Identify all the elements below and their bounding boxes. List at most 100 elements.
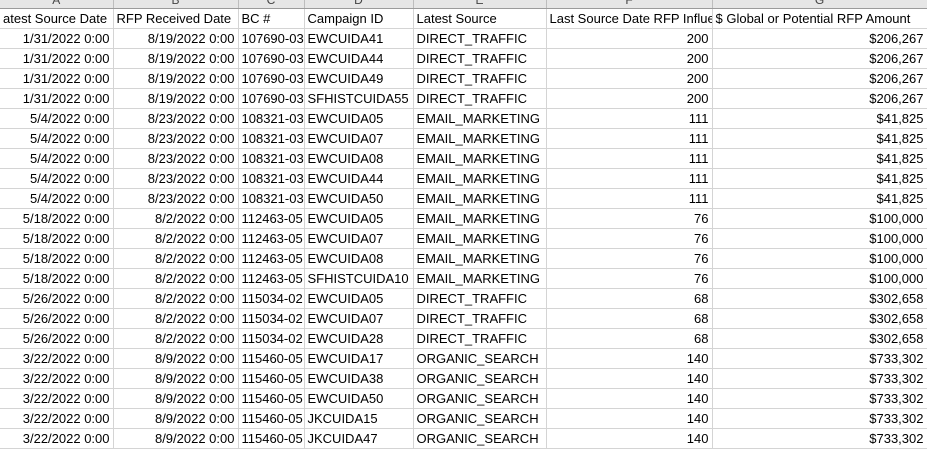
latest-source-date-cell[interactable]: 1/31/2022 0:00 xyxy=(0,48,114,69)
latest-source-cell[interactable]: EMAIL_MARKETING xyxy=(413,148,547,169)
campaign-id-cell[interactable]: SFHISTCUIDA55 xyxy=(304,88,414,109)
bc-number-cell[interactable]: 107690-03 xyxy=(238,28,305,49)
campaign-id-cell[interactable]: EWCUIDA08 xyxy=(304,248,414,269)
influence-days-cell[interactable]: 76 xyxy=(546,268,713,289)
influence-days-cell[interactable]: 140 xyxy=(546,348,713,369)
latest-source-cell[interactable]: DIRECT_TRAFFIC xyxy=(413,328,547,349)
rfp-amount-cell[interactable]: $100,000 xyxy=(712,268,927,289)
latest-source-cell[interactable]: DIRECT_TRAFFIC xyxy=(413,48,547,69)
campaign-id-cell[interactable]: EWCUIDA44 xyxy=(304,168,414,189)
campaign-id-cell[interactable]: EWCUIDA05 xyxy=(304,108,414,129)
latest-source-date-cell[interactable]: 5/26/2022 0:00 xyxy=(0,288,114,309)
latest-source-date-cell[interactable]: 1/31/2022 0:00 xyxy=(0,88,114,109)
rfp-amount-cell[interactable]: $733,302 xyxy=(712,368,927,389)
latest-source-date-cell[interactable]: 1/31/2022 0:00 xyxy=(0,28,114,49)
latest-source-cell[interactable]: EMAIL_MARKETING xyxy=(413,208,547,229)
campaign-id-cell[interactable]: EWCUIDA07 xyxy=(304,308,414,329)
latest-source-date-cell[interactable]: 3/22/2022 0:00 xyxy=(0,388,114,409)
rfp-received-date-cell[interactable]: 8/19/2022 0:00 xyxy=(113,48,239,69)
bc-number-cell[interactable]: 115460-05 xyxy=(238,368,305,389)
bc-number-cell[interactable]: 115460-05 xyxy=(238,348,305,369)
rfp-amount-cell[interactable]: $206,267 xyxy=(712,68,927,89)
column-letter-c[interactable]: C xyxy=(238,0,305,9)
rfp-amount-cell[interactable]: $733,302 xyxy=(712,388,927,409)
influence-days-cell[interactable]: 200 xyxy=(546,48,713,69)
header-campaign-id[interactable]: Campaign ID xyxy=(304,8,414,29)
bc-number-cell[interactable]: 107690-03 xyxy=(238,68,305,89)
campaign-id-cell[interactable]: EWCUIDA05 xyxy=(304,208,414,229)
header-rfp-amount[interactable]: $ Global or Potential RFP Amount xyxy=(712,8,927,29)
rfp-amount-cell[interactable]: $206,267 xyxy=(712,88,927,109)
latest-source-cell[interactable]: EMAIL_MARKETING xyxy=(413,128,547,149)
latest-source-cell[interactable]: EMAIL_MARKETING xyxy=(413,108,547,129)
latest-source-date-cell[interactable]: 5/4/2022 0:00 xyxy=(0,108,114,129)
campaign-id-cell[interactable]: EWCUIDA08 xyxy=(304,148,414,169)
bc-number-cell[interactable]: 112463-05 xyxy=(238,228,305,249)
header-latest-source-date[interactable]: atest Source Date xyxy=(0,8,114,29)
latest-source-cell[interactable]: ORGANIC_SEARCH xyxy=(413,368,547,389)
rfp-received-date-cell[interactable]: 8/2/2022 0:00 xyxy=(113,228,239,249)
rfp-amount-cell[interactable]: $302,658 xyxy=(712,288,927,309)
influence-days-cell[interactable]: 140 xyxy=(546,408,713,429)
rfp-amount-cell[interactable]: $100,000 xyxy=(712,228,927,249)
influence-days-cell[interactable]: 68 xyxy=(546,288,713,309)
rfp-amount-cell[interactable]: $733,302 xyxy=(712,408,927,429)
latest-source-cell[interactable]: DIRECT_TRAFFIC xyxy=(413,68,547,89)
influence-days-cell[interactable]: 111 xyxy=(546,128,713,149)
rfp-received-date-cell[interactable]: 8/23/2022 0:00 xyxy=(113,168,239,189)
column-letter-g[interactable]: G xyxy=(712,0,927,9)
bc-number-cell[interactable]: 108321-03 xyxy=(238,128,305,149)
latest-source-date-cell[interactable]: 3/22/2022 0:00 xyxy=(0,428,114,449)
influence-days-cell[interactable]: 111 xyxy=(546,108,713,129)
column-letter-d[interactable]: D xyxy=(304,0,414,9)
latest-source-date-cell[interactable]: 5/26/2022 0:00 xyxy=(0,328,114,349)
influence-days-cell[interactable]: 76 xyxy=(546,208,713,229)
rfp-received-date-cell[interactable]: 8/23/2022 0:00 xyxy=(113,128,239,149)
latest-source-date-cell[interactable]: 3/22/2022 0:00 xyxy=(0,348,114,369)
bc-number-cell[interactable]: 112463-05 xyxy=(238,268,305,289)
rfp-amount-cell[interactable]: $41,825 xyxy=(712,188,927,209)
bc-number-cell[interactable]: 115460-05 xyxy=(238,388,305,409)
bc-number-cell[interactable]: 112463-05 xyxy=(238,248,305,269)
campaign-id-cell[interactable]: EWCUIDA05 xyxy=(304,288,414,309)
influence-days-cell[interactable]: 140 xyxy=(546,368,713,389)
header-last-source-date-rfp-influence[interactable]: Last Source Date RFP Influe xyxy=(546,8,713,29)
bc-number-cell[interactable]: 115460-05 xyxy=(238,428,305,449)
influence-days-cell[interactable]: 140 xyxy=(546,428,713,449)
header-rfp-received-date[interactable]: RFP Received Date xyxy=(113,8,239,29)
latest-source-date-cell[interactable]: 1/31/2022 0:00 xyxy=(0,68,114,89)
bc-number-cell[interactable]: 107690-03 xyxy=(238,88,305,109)
rfp-received-date-cell[interactable]: 8/9/2022 0:00 xyxy=(113,408,239,429)
bc-number-cell[interactable]: 107690-03 xyxy=(238,48,305,69)
header-bc-number[interactable]: BC # xyxy=(238,8,305,29)
influence-days-cell[interactable]: 111 xyxy=(546,188,713,209)
influence-days-cell[interactable]: 76 xyxy=(546,248,713,269)
rfp-amount-cell[interactable]: $41,825 xyxy=(712,148,927,169)
latest-source-date-cell[interactable]: 5/18/2022 0:00 xyxy=(0,248,114,269)
rfp-received-date-cell[interactable]: 8/9/2022 0:00 xyxy=(113,388,239,409)
rfp-amount-cell[interactable]: $206,267 xyxy=(712,28,927,49)
bc-number-cell[interactable]: 108321-03 xyxy=(238,108,305,129)
rfp-received-date-cell[interactable]: 8/19/2022 0:00 xyxy=(113,68,239,89)
campaign-id-cell[interactable]: EWCUIDA07 xyxy=(304,228,414,249)
campaign-id-cell[interactable]: EWCUIDA41 xyxy=(304,28,414,49)
bc-number-cell[interactable]: 115034-02 xyxy=(238,328,305,349)
influence-days-cell[interactable]: 111 xyxy=(546,168,713,189)
latest-source-date-cell[interactable]: 5/4/2022 0:00 xyxy=(0,188,114,209)
latest-source-cell[interactable]: EMAIL_MARKETING xyxy=(413,268,547,289)
latest-source-date-cell[interactable]: 5/4/2022 0:00 xyxy=(0,148,114,169)
column-letter-b[interactable]: B xyxy=(113,0,239,9)
latest-source-cell[interactable]: EMAIL_MARKETING xyxy=(413,248,547,269)
latest-source-date-cell[interactable]: 5/18/2022 0:00 xyxy=(0,208,114,229)
rfp-amount-cell[interactable]: $41,825 xyxy=(712,128,927,149)
bc-number-cell[interactable]: 112463-05 xyxy=(238,208,305,229)
latest-source-cell[interactable]: DIRECT_TRAFFIC xyxy=(413,308,547,329)
rfp-amount-cell[interactable]: $733,302 xyxy=(712,428,927,449)
campaign-id-cell[interactable]: JKCUIDA47 xyxy=(304,428,414,449)
campaign-id-cell[interactable]: EWCUIDA50 xyxy=(304,188,414,209)
rfp-received-date-cell[interactable]: 8/2/2022 0:00 xyxy=(113,268,239,289)
campaign-id-cell[interactable]: EWCUIDA50 xyxy=(304,388,414,409)
latest-source-cell[interactable]: ORGANIC_SEARCH xyxy=(413,428,547,449)
latest-source-cell[interactable]: EMAIL_MARKETING xyxy=(413,188,547,209)
latest-source-cell[interactable]: EMAIL_MARKETING xyxy=(413,168,547,189)
